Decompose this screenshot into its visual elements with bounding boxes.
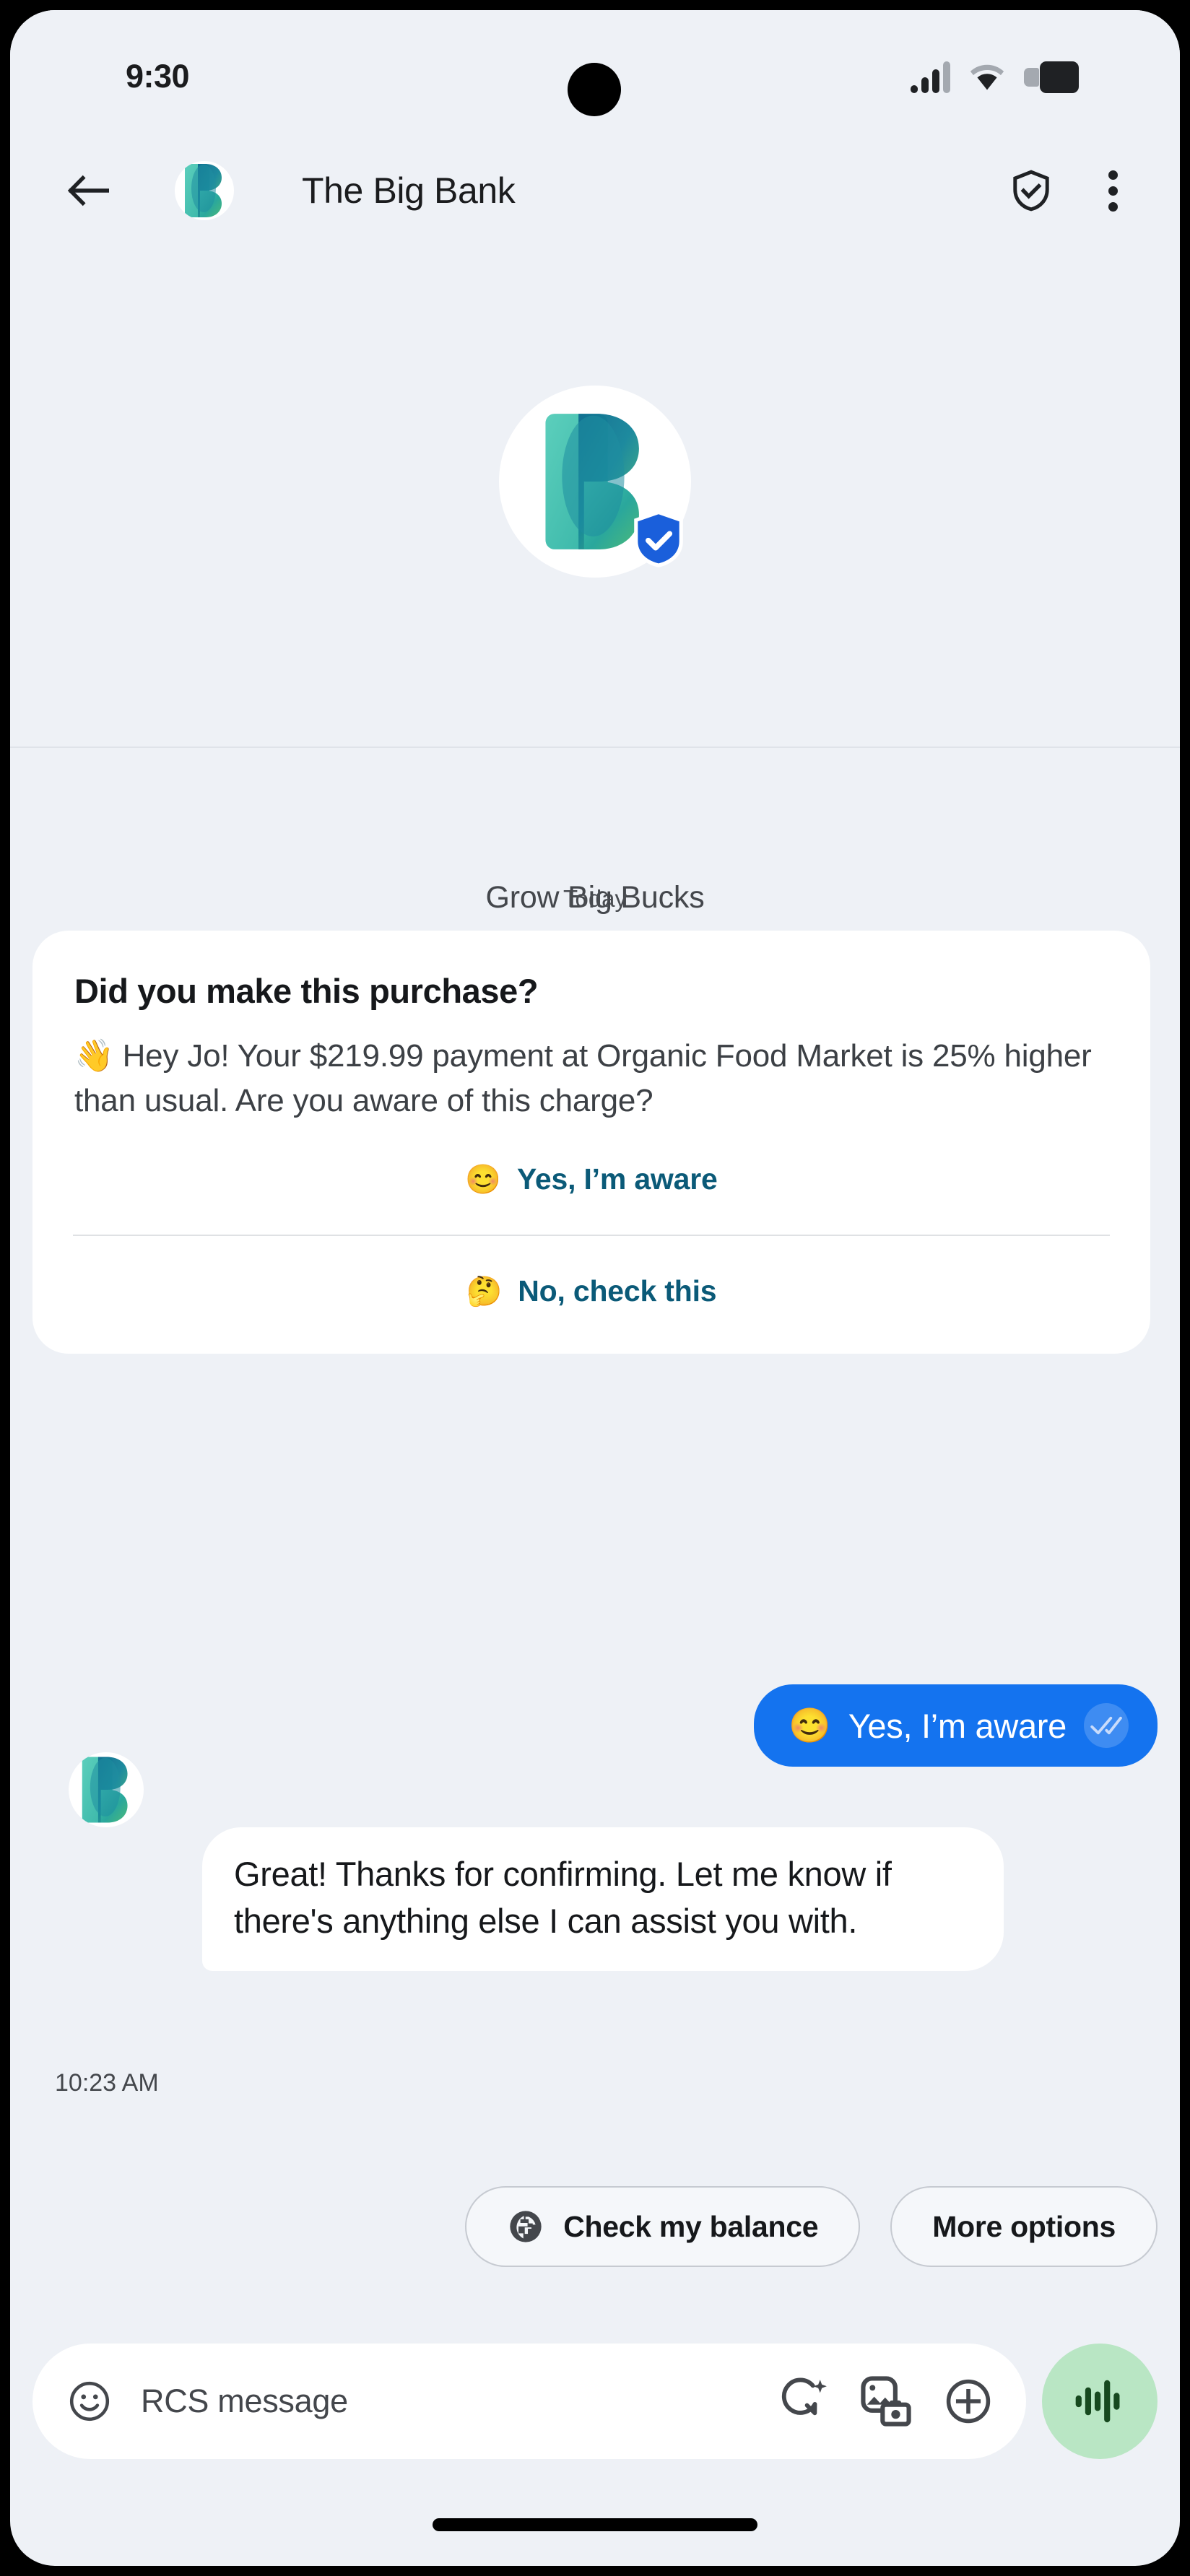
globe-icon: [510, 2211, 542, 2242]
verified-shield-button[interactable]: [1009, 168, 1054, 213]
card-action-no[interactable]: 🤔 No, check this: [74, 1236, 1108, 1346]
chip-more-options[interactable]: More options: [890, 2186, 1158, 2267]
magic-compose-icon: [781, 2377, 827, 2416]
status-time: 9:30: [126, 58, 190, 95]
big-bank-logo-icon: [185, 164, 222, 217]
voice-waveform-icon: [1075, 2380, 1120, 2423]
day-divider: Today: [563, 885, 627, 912]
big-bank-logo-icon: [82, 1757, 128, 1823]
magic-compose-button[interactable]: [775, 2372, 833, 2430]
shield-check-icon: [1013, 170, 1049, 212]
chip-label: Check my balance: [563, 2209, 819, 2243]
signal-icon: [911, 61, 950, 93]
app-bar-title: The Big Bank: [302, 170, 516, 211]
verified-shield-badge-icon: [634, 510, 683, 567]
card-action-no-label: No, check this: [518, 1274, 717, 1307]
back-button[interactable]: [66, 169, 110, 212]
front-camera-punch-hole: [568, 63, 621, 116]
smiling-face-emoji: 😊: [465, 1163, 502, 1196]
rich-card: Did you make this purchase? 👋 Hey Jo! Yo…: [32, 931, 1150, 1354]
wifi-icon: [970, 64, 1004, 90]
sent-message-bubble[interactable]: 😊 Yes, I’m aware: [754, 1684, 1158, 1767]
message-timestamp: 10:23 AM: [55, 2069, 159, 2097]
chip-check-my-balance[interactable]: Check my balance: [465, 2186, 861, 2267]
chip-label: More options: [932, 2209, 1116, 2243]
app-bar: The Big Bank: [10, 144, 1180, 238]
add-attachment-button[interactable]: [939, 2372, 997, 2430]
battery-icon: [1024, 61, 1079, 93]
brand-header: Grow Big Bucks: [10, 238, 1180, 915]
card-action-yes-label: Yes, I’m aware: [517, 1162, 718, 1196]
emoji-button[interactable]: [66, 2377, 113, 2425]
conversation-area: Today Did you make this purchase? 👋 Hey …: [10, 748, 1180, 2566]
phone-screen: 9:30 The Big Bank Grow Big Bucks Today D…: [10, 10, 1180, 2566]
emoji-smiley-icon: [69, 2381, 110, 2421]
thinking-face-emoji: 🤔: [466, 1275, 503, 1307]
sent-message-text: Yes, I’m aware: [848, 1706, 1067, 1745]
more-vert-icon: [1108, 170, 1118, 180]
received-message-bubble[interactable]: Great! Thanks for confirming. Let me kno…: [202, 1827, 1004, 1971]
gallery-camera-button[interactable]: [857, 2372, 915, 2430]
status-bar: 9:30: [10, 10, 1180, 144]
brand-avatar-wrapper[interactable]: [499, 386, 691, 578]
plus-circle-icon: [946, 2379, 991, 2424]
received-message-avatar: [69, 1752, 144, 1827]
status-icons: [911, 61, 1079, 93]
sent-message-row: 😊 Yes, I’m aware: [754, 1684, 1158, 1767]
message-composer: [32, 2344, 1158, 2459]
message-input[interactable]: [139, 2382, 750, 2421]
received-message-text: Great! Thanks for confirming. Let me kno…: [234, 1855, 892, 1940]
voice-message-button[interactable]: [1042, 2344, 1158, 2459]
composer-input-pill: [32, 2344, 1026, 2459]
card-title: Did you make this purchase?: [74, 972, 539, 1010]
card-action-yes[interactable]: 😊 Yes, I’m aware: [74, 1124, 1108, 1235]
gallery-camera-icon: [861, 2376, 911, 2427]
card-body-text: 👋 Hey Jo! Your $219.99 payment at Organi…: [74, 1038, 1092, 1119]
smiling-face-emoji: 😊: [789, 1706, 831, 1744]
home-indicator[interactable]: [433, 2518, 757, 2531]
double-check-icon: [1090, 1716, 1122, 1735]
overflow-menu-button[interactable]: [1090, 168, 1135, 213]
suggestion-chips: Check my balance More options: [10, 2186, 1180, 2267]
app-bar-avatar[interactable]: [175, 161, 234, 220]
back-arrow-icon: [67, 175, 109, 206]
phone-frame: 9:30 The Big Bank Grow Big Bucks Today D…: [0, 0, 1190, 2576]
read-receipt: [1084, 1703, 1129, 1748]
